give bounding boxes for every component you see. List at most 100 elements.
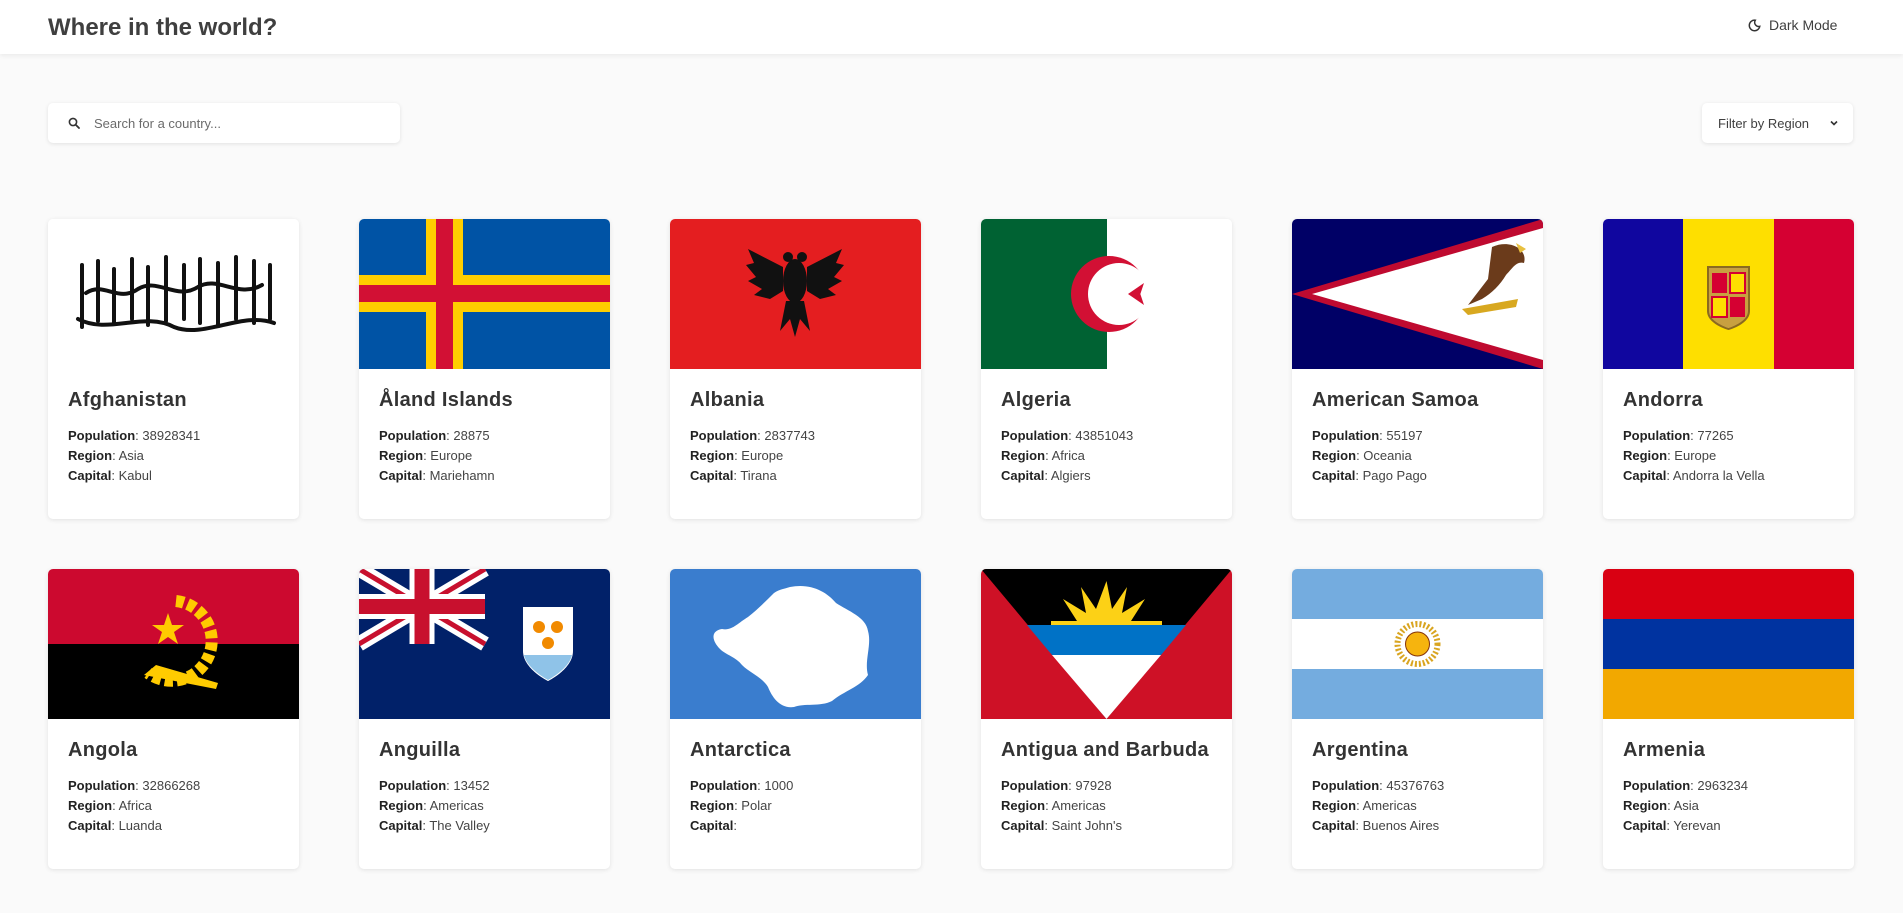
country-name: Algeria: [1001, 389, 1071, 411]
country-name: American Samoa: [1312, 389, 1479, 411]
capital-value: Pago Pago: [1362, 468, 1427, 483]
population-label: Population: [1001, 428, 1069, 443]
capital-value: Luanda: [118, 818, 162, 833]
region-label: Region: [1312, 798, 1357, 813]
region-label: Region: [1312, 448, 1357, 463]
country-card-angola[interactable]: Angola Population: 32866268 Region: Afri…: [48, 569, 299, 869]
region-label: Region: [690, 798, 735, 813]
population-value: 55197: [1386, 428, 1423, 443]
region-label: Region: [68, 448, 113, 463]
country-card-argentina[interactable]: Argentina Population: 45376763 Region: A…: [1292, 569, 1543, 869]
capital-label: Capital: [379, 818, 423, 833]
search-icon: [68, 117, 80, 129]
region-value: Asia: [118, 448, 144, 463]
country-name: Andorra: [1623, 389, 1703, 411]
region-label: Region: [68, 798, 113, 813]
country-name: Angola: [68, 739, 138, 761]
capital-label: Capital: [68, 468, 112, 483]
population-value: 77265: [1697, 428, 1734, 443]
population-value: 2963234: [1697, 778, 1749, 793]
country-name: Antigua and Barbuda: [1001, 739, 1209, 761]
country-card-antarctica[interactable]: Antarctica Population: 1000 Region: Pola…: [670, 569, 921, 869]
region-value: Americas: [429, 798, 484, 813]
country-name: Argentina: [1312, 739, 1409, 761]
dark-mode-toggle[interactable]: Dark Mode: [1748, 17, 1837, 33]
population-value: 13452: [453, 778, 490, 793]
population-value: 28875: [453, 428, 490, 443]
population-label: Population: [1312, 428, 1380, 443]
capital-value: Mariehamn: [429, 468, 495, 483]
region-label: Region: [1001, 798, 1046, 813]
capital-label: Capital: [1623, 468, 1667, 483]
country-card-aland-islands[interactable]: Åland Islands Population: 28875 Region: …: [359, 219, 610, 519]
country-card-andorra[interactable]: Andorra Population: 77265 Region: Europe…: [1603, 219, 1854, 519]
flag-andorra: [1603, 219, 1854, 369]
flag-armenia: [1603, 569, 1854, 719]
flag-aland-islands: [359, 219, 610, 369]
country-card-anguilla[interactable]: Anguilla Population: 13452 Region: Ameri…: [359, 569, 610, 869]
region-label: Region: [1623, 798, 1668, 813]
region-filter-label: Filter by Region: [1718, 115, 1810, 131]
flag-afghanistan: [48, 219, 299, 369]
population-label: Population: [1312, 778, 1380, 793]
capital-label: Capital: [1001, 468, 1045, 483]
capital-label: Capital: [68, 818, 112, 833]
flag-antarctica: [670, 569, 921, 719]
country-card-algeria[interactable]: Algeria Population: 43851043 Region: Afr…: [981, 219, 1232, 519]
region-filter-dropdown[interactable]: Filter by Region: [1702, 103, 1853, 143]
chevron-down-icon: [1830, 120, 1838, 126]
population-value: 38928341: [142, 428, 201, 443]
search-box: [48, 103, 400, 143]
country-card-american-samoa[interactable]: American Samoa Population: 55197 Region:…: [1292, 219, 1543, 519]
capital-value: Saint John's: [1051, 818, 1122, 833]
region-value: Europe: [1674, 448, 1717, 463]
country-card-afghanistan[interactable]: Afghanistan Population: 38928341 Region:…: [48, 219, 299, 519]
capital-label: Capital: [690, 468, 734, 483]
region-label: Region: [379, 798, 424, 813]
region-label: Region: [1001, 448, 1046, 463]
flag-algeria: [981, 219, 1232, 369]
capital-value: Yerevan: [1673, 818, 1721, 833]
country-card-albania[interactable]: Albania Population: 2837743 Region: Euro…: [670, 219, 921, 519]
flag-albania: [670, 219, 921, 369]
region-label: Region: [690, 448, 735, 463]
capital-label: Capital: [1312, 818, 1356, 833]
flag-anguilla: [359, 569, 610, 719]
country-name: Albania: [690, 389, 765, 411]
capital-value: The Valley: [429, 818, 490, 833]
flag-antigua-and-barbuda: [981, 569, 1232, 719]
region-value: Europe: [741, 448, 784, 463]
capital-value: Tirana: [740, 468, 777, 483]
dark-mode-label: Dark Mode: [1769, 17, 1838, 33]
population-label: Population: [379, 778, 447, 793]
capital-label: Capital: [1001, 818, 1045, 833]
region-label: Region: [1623, 448, 1668, 463]
search-input[interactable]: [94, 103, 394, 143]
country-card-antigua-and-barbuda[interactable]: Antigua and Barbuda Population: 97928 Re…: [981, 569, 1232, 869]
country-card-armenia[interactable]: Armenia Population: 2963234 Region: Asia…: [1603, 569, 1854, 869]
population-label: Population: [690, 428, 758, 443]
flag-argentina: [1292, 569, 1543, 719]
capital-label: Capital: [1623, 818, 1667, 833]
country-name: Armenia: [1623, 739, 1706, 761]
population-value: 32866268: [142, 778, 201, 793]
capital-label: Capital: [379, 468, 423, 483]
capital-value: Algiers: [1050, 468, 1091, 483]
flag-american-samoa: [1292, 219, 1543, 369]
capital-value: Buenos Aires: [1362, 818, 1440, 833]
region-value: Africa: [1051, 448, 1085, 463]
population-label: Population: [68, 428, 136, 443]
population-value: 1000: [764, 778, 794, 793]
moon-icon: [1748, 18, 1761, 31]
country-name: Åland Islands: [379, 389, 513, 411]
app-header: Where in the world? Dark Mode: [0, 0, 1903, 54]
population-value: 2837743: [764, 428, 816, 443]
capital-value: Andorra la Vella: [1672, 468, 1765, 483]
region-label: Region: [379, 448, 424, 463]
population-label: Population: [1623, 428, 1691, 443]
region-value: Asia: [1673, 798, 1699, 813]
population-value: 45376763: [1386, 778, 1445, 793]
population-label: Population: [1623, 778, 1691, 793]
region-value: Oceania: [1363, 448, 1412, 463]
capital-value: Kabul: [118, 468, 152, 483]
